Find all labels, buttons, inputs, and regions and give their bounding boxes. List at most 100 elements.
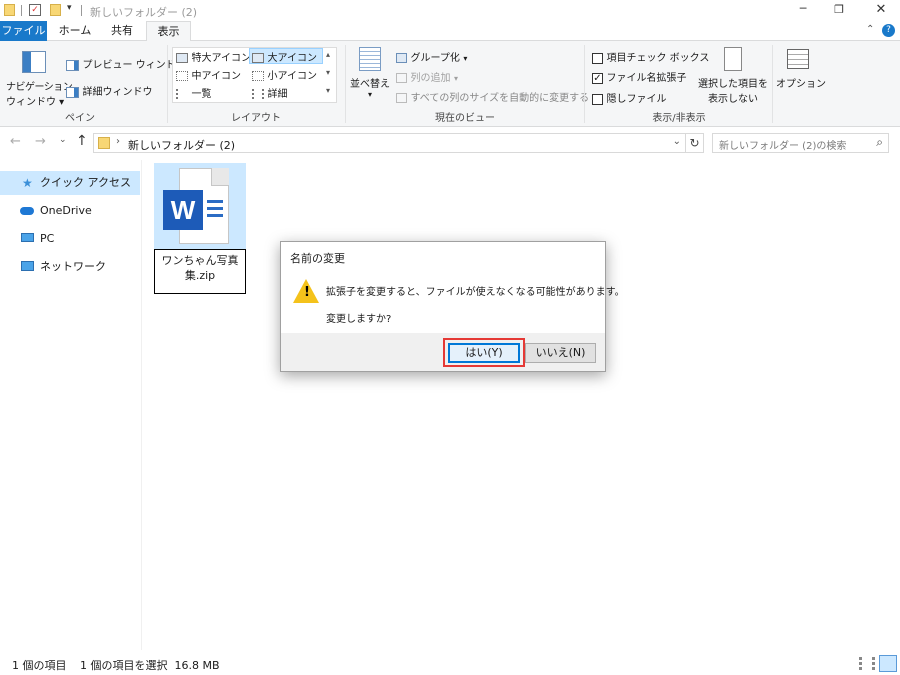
dialog-title: 名前の変更	[290, 252, 345, 265]
hide-selected-button[interactable]: 選択した項目を 表示しない	[697, 47, 769, 105]
separator	[21, 5, 22, 16]
tab-file[interactable]: ファイル	[0, 21, 47, 41]
folder-icon	[4, 4, 15, 16]
large-icons-view-icon[interactable]	[879, 655, 897, 672]
medium-icons-icon	[176, 71, 188, 81]
sort-icon	[359, 47, 381, 71]
details-pane-icon	[66, 86, 79, 98]
new-folder-icon[interactable]	[50, 4, 61, 16]
add-column-button: 列の追加 ▾	[396, 69, 458, 84]
checkbox[interactable]	[592, 52, 603, 64]
hide-selected-icon	[724, 47, 742, 71]
up-arrow-icon[interactable]: ↑	[76, 133, 88, 149]
nav-item-pc[interactable]: PC	[0, 227, 140, 251]
details-pane-label: 詳細ウィンドウ	[82, 87, 153, 98]
network-icon	[21, 261, 34, 271]
title-bar: ✓ ▾ 新しいフォルダー (2) ─ ❐ ✕	[0, 0, 900, 21]
file-name-box[interactable]: ワンちゃん写真 集.zip	[154, 249, 246, 294]
cloud-icon	[20, 207, 34, 215]
nav-label: OneDrive	[40, 204, 92, 217]
monitor-icon	[21, 233, 34, 242]
tab-home[interactable]: ホーム	[53, 21, 97, 41]
nav-label: クイック アクセス	[40, 176, 131, 189]
recent-locations-icon[interactable]: ⌄	[59, 135, 67, 145]
group-label-show-hide: 表示/非表示	[652, 113, 706, 124]
group-separator	[167, 45, 168, 123]
layout-details[interactable]: 詳細	[252, 85, 288, 100]
checkbox[interactable]	[592, 93, 603, 105]
breadcrumb[interactable]: 新しいフォルダー (2)	[128, 137, 235, 153]
navigation-pane-label-2: ウィンドウ ▾	[6, 97, 65, 108]
search-icon[interactable]: ⌕	[876, 135, 883, 150]
window-title: 新しいフォルダー (2)	[90, 6, 198, 19]
address-box[interactable]: › 新しいフォルダー (2) ⌄	[93, 133, 686, 153]
properties-icon[interactable]: ✓	[29, 4, 41, 16]
navigation-pane-button[interactable]: ナビゲーション ウィンドウ ▾	[6, 51, 73, 108]
item-checkboxes-toggle[interactable]: 項目チェック ボックス	[592, 49, 709, 64]
search-box[interactable]: 新しいフォルダー (2)の検索 ⌕	[712, 133, 889, 153]
ribbon-collapse-icon[interactable]: ⌃	[866, 24, 874, 35]
sort-by-button[interactable]: 並べ替え ▾	[350, 47, 390, 99]
file-extensions-toggle[interactable]: ✓ ファイル名拡張子	[592, 69, 687, 84]
help-icon[interactable]: ?	[882, 24, 895, 37]
close-button[interactable]: ✕	[862, 0, 900, 21]
nav-item-network[interactable]: ネットワーク	[0, 255, 140, 279]
ribbon: ナビゲーション ウィンドウ ▾ プレビュー ウィンドウ 詳細ウィンドウ ペイン …	[0, 41, 900, 127]
list-icon	[176, 89, 188, 99]
group-separator	[584, 45, 585, 123]
preview-pane-icon	[66, 59, 79, 71]
search-input[interactable]: 新しいフォルダー (2)の検索	[719, 137, 846, 152]
back-arrow-icon[interactable]: ←	[10, 134, 21, 149]
layout-scroll-down[interactable]: ▾	[326, 68, 330, 77]
add-column-icon	[396, 73, 407, 83]
breadcrumb-chevron-icon: ›	[116, 136, 120, 147]
no-button[interactable]: いいえ(N)	[525, 343, 596, 363]
address-dropdown-icon[interactable]: ⌄	[673, 136, 681, 147]
customize-qat-icon[interactable]: ▾	[67, 3, 72, 13]
word-document-icon: W	[159, 168, 241, 248]
tab-view[interactable]: 表示	[146, 21, 191, 42]
group-separator	[345, 45, 346, 123]
details-view-icon[interactable]	[859, 657, 875, 670]
nav-item-quick-access[interactable]: ★ クイック アクセス	[0, 171, 140, 195]
tab-share[interactable]: 共有	[100, 21, 144, 41]
large-icons-icon	[252, 53, 264, 63]
forward-arrow-icon[interactable]: →	[35, 134, 46, 149]
layout-more[interactable]: ▾	[326, 86, 330, 95]
layout-list[interactable]: 一覧	[176, 85, 212, 100]
navigation-pane-label: ナビゲーション	[6, 82, 73, 93]
navigation-pane: ★ クイック アクセス OneDrive PC ネットワーク	[0, 160, 140, 650]
fit-columns-button: すべての列のサイズを自動的に変更する	[396, 89, 589, 104]
group-by-button[interactable]: グループ化 ▾	[396, 49, 467, 64]
nav-label: PC	[40, 232, 55, 245]
group-label-current-view: 現在のビュー	[435, 113, 495, 124]
dialog-question: 変更しますか?	[326, 314, 392, 325]
details-pane-button[interactable]: 詳細ウィンドウ	[66, 83, 153, 98]
file-item[interactable]: W ワンちゃん写真 集.zip	[154, 163, 246, 294]
group-by-icon	[396, 53, 407, 63]
layout-extra-large-icons[interactable]: 特大アイコン	[176, 49, 251, 64]
rename-warning-dialog: 名前の変更 ! 拡張子を変更すると、ファイルが使えなくなる可能性があります。 変…	[280, 241, 625, 372]
group-separator	[772, 45, 773, 123]
fit-columns-icon	[396, 93, 407, 103]
layout-medium-icons[interactable]: 中アイコン	[176, 67, 241, 82]
preview-pane-label: プレビュー ウィンドウ	[82, 60, 186, 71]
item-count: 1 個の項目	[12, 659, 67, 672]
minimize-button[interactable]: ─	[783, 0, 823, 21]
file-name-line: 集.zip	[184, 269, 216, 282]
selection-info: 1 個の項目を選択 16.8 MB	[80, 659, 220, 672]
navigation-pane-icon	[22, 51, 46, 73]
dialog-message: 拡張子を変更すると、ファイルが使えなくなる可能性があります。	[326, 287, 625, 298]
layout-large-icons[interactable]: 大アイコン	[249, 48, 323, 64]
restore-button[interactable]: ❐	[823, 0, 855, 21]
layout-scroll-up[interactable]: ▴	[326, 50, 330, 59]
options-button[interactable]: オプション	[776, 49, 826, 90]
layout-small-icons[interactable]: 小アイコン	[252, 67, 317, 82]
separator	[81, 5, 82, 16]
checkbox-checked[interactable]: ✓	[592, 72, 603, 84]
nav-item-onedrive[interactable]: OneDrive	[0, 199, 140, 223]
ribbon-tabs: ファイル ホーム 共有 表示 ⌃ ?	[0, 21, 900, 42]
yes-button[interactable]: はい(Y)	[448, 343, 520, 363]
refresh-button[interactable]: ↻	[686, 133, 704, 153]
hidden-items-toggle[interactable]: 隠しファイル	[592, 90, 667, 105]
